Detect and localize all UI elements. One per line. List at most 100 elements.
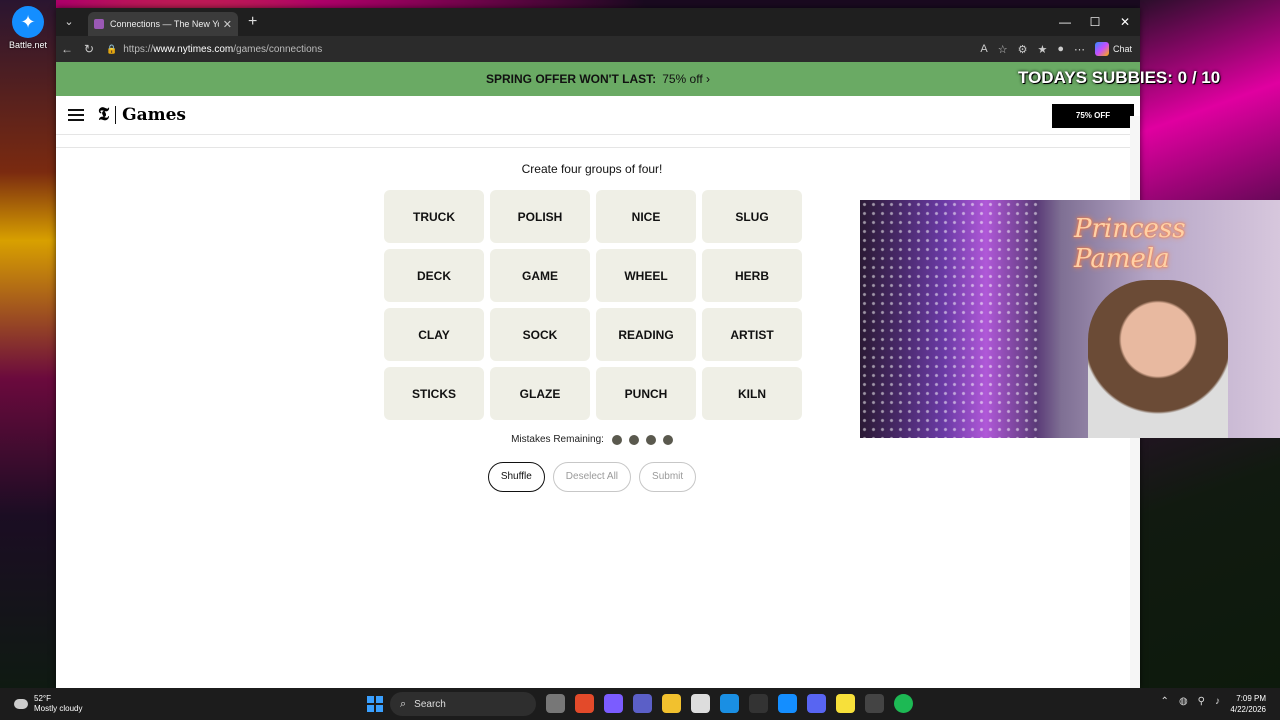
maximize-button[interactable]: ☐ <box>1080 8 1110 36</box>
window-controls: — ☐ ✕ <box>1050 8 1140 36</box>
file-explorer-icon[interactable] <box>662 694 681 713</box>
new-tab-button[interactable]: + <box>248 13 257 31</box>
deselect-all-button[interactable]: Deselect All <box>552 462 632 492</box>
teams-icon[interactable] <box>633 694 652 713</box>
word-card[interactable]: READING <box>596 308 696 361</box>
mistakes-label: Mistakes Remaining: <box>511 434 604 445</box>
clock-time: 7:09 PM <box>1236 694 1266 703</box>
url-field[interactable]: 🔒 https://www.nytimes.com/games/connecti… <box>106 44 322 55</box>
streamer-neon-name: Princess Pamela <box>1074 214 1186 274</box>
hamburger-menu-icon[interactable] <box>68 106 84 124</box>
streamlabs-icon[interactable] <box>865 694 884 713</box>
word-card[interactable]: HERB <box>702 249 802 302</box>
taskbar-clock[interactable]: 7:09 PM 4/22/2026 <box>1230 693 1266 715</box>
led-curtain <box>860 200 1040 438</box>
battlenet-taskbar-icon[interactable] <box>778 694 797 713</box>
promo-offer: 75% off › <box>662 72 710 86</box>
word-card[interactable]: GLAZE <box>490 367 590 420</box>
address-bar-row: ← ↻ 🔒 https://www.nytimes.com/games/conn… <box>56 36 1140 62</box>
taskbar-search[interactable]: ⌕ Search <box>390 692 536 716</box>
games-header: 𝕿 Games 75% OFF <box>56 96 1140 135</box>
mistake-dot <box>628 434 639 445</box>
game-instructions: Create four groups of four! <box>521 162 663 176</box>
chrome-icon[interactable] <box>575 694 594 713</box>
url-prefix: https:// <box>123 43 154 55</box>
browser-toolbar-right: A ☆ ⚙ ★ ● ⋯ Chat <box>980 36 1132 62</box>
connections-favicon-icon <box>94 19 104 29</box>
read-aloud-icon[interactable]: A <box>980 43 987 55</box>
subbies-counter-overlay: TODAYS SUBBIES: 0 / 10 <box>1018 68 1221 87</box>
battlenet-desktop-icon[interactable]: ✦ Battle.net <box>6 6 50 50</box>
more-menu-icon[interactable]: ⋯ <box>1074 43 1085 56</box>
word-card[interactable]: PUNCH <box>596 367 696 420</box>
search-label: Search <box>414 698 446 710</box>
obs-icon[interactable] <box>749 694 768 713</box>
word-card[interactable]: WHEEL <box>596 249 696 302</box>
nyt-t-logo-icon: 𝕿 <box>98 106 117 124</box>
store-icon[interactable] <box>691 694 710 713</box>
word-card[interactable]: CLAY <box>384 308 484 361</box>
word-card[interactable]: DECK <box>384 249 484 302</box>
windows-start-icon[interactable] <box>367 696 383 712</box>
weather-temp: 52°F <box>34 694 51 703</box>
word-card[interactable]: POLISH <box>490 190 590 243</box>
desktop-left-wallpaper <box>0 0 56 688</box>
task-view-icon[interactable] <box>546 694 565 713</box>
shuffle-button[interactable]: Shuffle <box>487 462 545 492</box>
browser-titlebar: ⌄ Connections — The New York Tim ✕ + — ☐… <box>56 8 1140 36</box>
tab-close-icon[interactable]: ✕ <box>223 18 232 31</box>
game-toolbar-strip <box>56 135 1140 148</box>
word-card[interactable]: STICKS <box>384 367 484 420</box>
url-path: /games/connections <box>233 43 323 55</box>
spotify-icon[interactable] <box>894 694 913 713</box>
submit-button[interactable]: Submit <box>639 462 697 492</box>
clock-date: 4/22/2026 <box>1230 705 1266 714</box>
volume-icon[interactable]: ♪ <box>1215 696 1220 707</box>
webcam-overlay: Princess Pamela <box>860 200 1280 438</box>
browser-tab-connections[interactable]: Connections — The New York Tim ✕ <box>88 12 238 36</box>
word-grid: TRUCK POLISH NICE SLUG DECK GAME WHEEL H… <box>384 190 802 420</box>
extensions-icon[interactable]: ⚙ <box>1018 43 1028 56</box>
word-card[interactable]: ARTIST <box>702 308 802 361</box>
games-wordmark: Games <box>122 105 186 125</box>
promo-banner[interactable]: SPRING OFFER WON'T LAST: 75% off › <box>56 62 1140 96</box>
cloud-icon <box>14 699 28 709</box>
chat-label: Chat <box>1112 44 1132 54</box>
edge-icon[interactable] <box>720 694 739 713</box>
word-card[interactable]: GAME <box>490 249 590 302</box>
game-controls: Shuffle Deselect All Submit <box>56 462 1128 492</box>
close-window-button[interactable]: ✕ <box>1110 8 1140 36</box>
subscribe-offer-button[interactable]: 75% OFF <box>1052 104 1134 128</box>
taskbar-pinned-apps <box>546 694 913 713</box>
back-arrow-icon[interactable]: ← <box>56 42 78 56</box>
word-card[interactable]: SOCK <box>490 308 590 361</box>
profile-avatar-icon[interactable]: ● <box>1057 43 1064 55</box>
battlenet-icon: ✦ <box>12 6 44 38</box>
mistake-dot <box>662 434 673 445</box>
word-card[interactable]: NICE <box>596 190 696 243</box>
minimize-button[interactable]: — <box>1050 8 1080 36</box>
favorite-star-icon[interactable]: ☆ <box>998 43 1008 56</box>
mic-icon[interactable]: ⚲ <box>1198 696 1205 707</box>
refresh-icon[interactable]: ↻ <box>78 42 100 56</box>
nyt-games-logo[interactable]: 𝕿 Games <box>98 105 186 125</box>
sticky-notes-icon[interactable] <box>836 694 855 713</box>
word-card[interactable]: TRUCK <box>384 190 484 243</box>
promo-text: SPRING OFFER WON'T LAST: <box>486 72 657 86</box>
network-icon[interactable]: ◍ <box>1179 696 1188 707</box>
copilot-icon <box>1094 42 1109 56</box>
system-tray: ⌃ ◍ ⚲ ♪ <box>1161 696 1220 707</box>
tab-actions-icon[interactable]: ⌄ <box>58 12 80 32</box>
streamer-webcam-figure <box>1088 280 1228 438</box>
mistake-dot <box>645 434 656 445</box>
tray-chevron-icon[interactable]: ⌃ <box>1161 696 1169 707</box>
weather-widget[interactable]: 52°F Mostly cloudy <box>14 694 82 714</box>
word-card[interactable]: SLUG <box>702 190 802 243</box>
copilot-chat-button[interactable]: Chat <box>1094 42 1132 56</box>
word-card[interactable]: KILN <box>702 367 802 420</box>
mistake-dots <box>611 434 673 445</box>
mistake-dot <box>611 434 622 445</box>
favorites-icon[interactable]: ★ <box>1037 43 1047 56</box>
discord-icon[interactable] <box>807 694 826 713</box>
copilot-app-icon[interactable] <box>604 694 623 713</box>
